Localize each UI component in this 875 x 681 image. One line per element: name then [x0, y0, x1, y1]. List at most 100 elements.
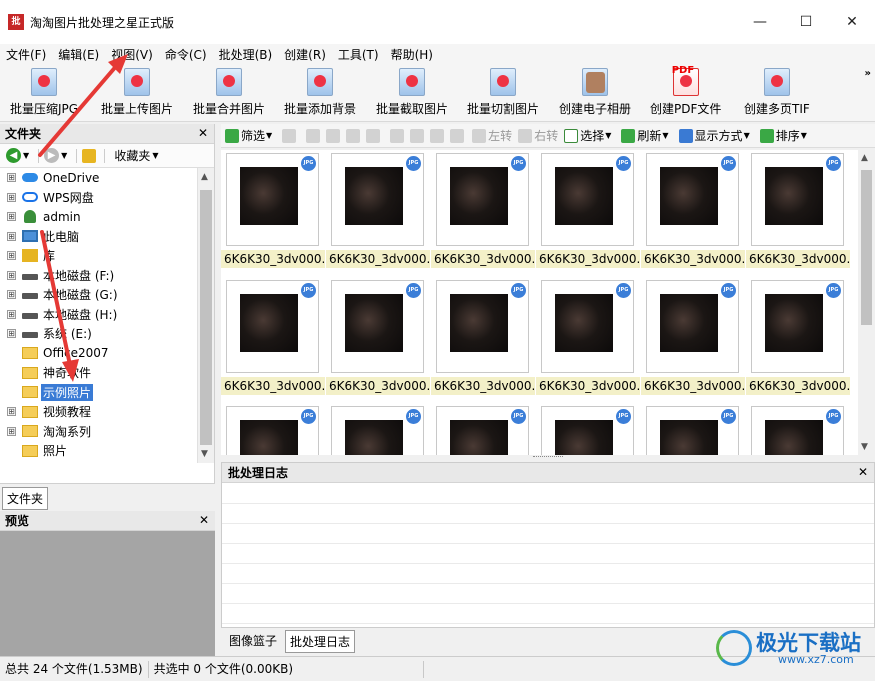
up-folder-icon[interactable]	[82, 148, 97, 163]
close-button[interactable]: ✕	[829, 0, 875, 44]
move-down-icon[interactable]	[430, 128, 445, 143]
expand-icon[interactable]: ⊞	[7, 407, 16, 417]
back-dropdown-icon[interactable]: ▼	[23, 151, 29, 160]
create-album-button[interactable]: 创建电子相册	[559, 68, 631, 117]
expand-icon[interactable]: ⊞	[7, 309, 16, 319]
minimize-button[interactable]: —	[737, 0, 783, 44]
back-icon[interactable]: ◀	[6, 148, 21, 163]
tree-item-photos[interactable]: 照片	[0, 441, 196, 461]
create-pdf-button[interactable]: PDF 创建PDF文件	[650, 65, 721, 117]
expand-icon[interactable]: ⊞	[7, 426, 16, 436]
tree-item-drive-h[interactable]: ⊞ 本地磁盘 (H:)	[0, 305, 196, 325]
maximize-button[interactable]: ☐	[783, 0, 829, 44]
scroll-thumb[interactable]	[200, 190, 212, 445]
thumbnail-item[interactable]: JPG	[326, 403, 430, 455]
thumbnail-item[interactable]: JPG	[536, 403, 640, 455]
tab-image-basket[interactable]: 图像篮子	[225, 630, 281, 651]
thumbnail-item[interactable]: JPG	[221, 403, 325, 455]
folder-panel-close-icon[interactable]: ✕	[198, 126, 208, 140]
rotate-right-button[interactable]: 右转	[518, 127, 558, 144]
paste-icon[interactable]	[366, 128, 381, 143]
menu-command[interactable]: 命令(C)	[159, 46, 213, 63]
batch-upload-button[interactable]: 批量上传图片	[101, 68, 173, 117]
thumbnail-item[interactable]: JPG 6K6K30_3dv000...	[221, 150, 325, 272]
thumbnail-item[interactable]: JPG	[431, 403, 535, 455]
menu-view[interactable]: 视图(V)	[105, 46, 159, 63]
thumbnail-item[interactable]: JPG 6K6K30_3dv000...	[431, 277, 535, 399]
thumbnail-item[interactable]: JPG 6K6K30_3dv000...	[536, 277, 640, 399]
batch-compress-jpg-button[interactable]: 批量压缩JPG	[10, 68, 78, 117]
thumbnail-item[interactable]: JPG	[641, 403, 745, 455]
batch-cut-button[interactable]: 批量切割图片	[467, 68, 539, 117]
tree-item-onedrive[interactable]: ⊞ OneDrive	[0, 168, 196, 188]
display-mode-dropdown[interactable]: 显示方式 ▼	[678, 127, 754, 144]
refresh-dropdown[interactable]: 刷新 ▼	[621, 127, 672, 144]
tab-batch-log[interactable]: 批处理日志	[285, 630, 356, 653]
forward-icon[interactable]: ▶	[44, 148, 60, 163]
move-bottom-icon[interactable]	[450, 128, 465, 143]
tree-item-sample-photos[interactable]: 示例照片	[0, 383, 196, 403]
panel-splitter[interactable]	[221, 455, 875, 462]
tree-item-drive-e[interactable]: ⊞ 系统 (E:)	[0, 324, 196, 344]
menu-edit[interactable]: 编辑(E)	[52, 46, 105, 63]
tree-item-magic-software[interactable]: 神奇软件	[0, 363, 196, 383]
batch-add-background-button[interactable]: 批量添加背景	[284, 68, 356, 117]
thumbnail-item[interactable]: JPG 6K6K30_3dv000...	[326, 277, 430, 399]
thumbnail-item[interactable]: JPG 6K6K30_3dv000...	[746, 150, 850, 272]
move-top-icon[interactable]	[390, 128, 405, 143]
thumbnail-item[interactable]: JPG 6K6K30_3dv000...	[536, 150, 640, 272]
thumbnail-item[interactable]: JPG 6K6K30_3dv000...	[221, 277, 325, 399]
tree-item-office2007[interactable]: Office2007	[0, 344, 196, 364]
tree-item-library[interactable]: ⊞ 库	[0, 246, 196, 266]
scroll-up-icon[interactable]: ▲	[201, 172, 208, 182]
tree-item-drive-g[interactable]: ⊞ 本地磁盘 (G:)	[0, 285, 196, 305]
filter-dropdown[interactable]: 筛选 ▼	[225, 127, 276, 144]
thumbnail-item[interactable]: JPG	[746, 403, 850, 455]
expand-icon[interactable]: ⊞	[7, 329, 16, 339]
scroll-thumb[interactable]	[861, 170, 872, 325]
menu-create[interactable]: 创建(R)	[278, 46, 332, 63]
batch-crop-button[interactable]: 批量截取图片	[376, 68, 448, 117]
thumbnail-item[interactable]: JPG 6K6K30_3dv000...	[326, 150, 430, 272]
create-tif-button[interactable]: 创建多页TIF	[744, 68, 810, 117]
copy-icon[interactable]	[326, 128, 341, 143]
expand-icon[interactable]: ⊞	[7, 290, 16, 300]
select-dropdown[interactable]: 选择 ▼	[564, 127, 615, 144]
batch-merge-button[interactable]: 批量合并图片	[193, 68, 265, 117]
menu-tools[interactable]: 工具(T)	[332, 46, 385, 63]
tree-item-wps[interactable]: ⊞ WPS网盘	[0, 188, 196, 208]
favorites-dropdown[interactable]: 收藏夹	[114, 147, 150, 164]
thumbnail-item[interactable]: JPG 6K6K30_3dv000...	[641, 150, 745, 272]
forward-dropdown-icon[interactable]: ▼	[61, 151, 67, 160]
tree-item-admin[interactable]: ⊞ admin	[0, 207, 196, 227]
expand-icon[interactable]: ⊞	[7, 173, 16, 183]
batch-log-close-icon[interactable]: ✕	[858, 465, 868, 479]
favorites-chevron-down-icon[interactable]: ▼	[152, 151, 158, 160]
scroll-down-icon[interactable]: ▼	[861, 442, 868, 452]
thumbnail-item[interactable]: JPG 6K6K30_3dv000...	[746, 277, 850, 399]
toolbar-overflow-button[interactable]: »	[865, 68, 871, 79]
folder-tree-scrollbar[interactable]: ▲ ▼	[197, 168, 214, 463]
expand-icon[interactable]: ⊞	[7, 251, 16, 261]
expand-icon[interactable]: ⊞	[7, 212, 16, 222]
menu-batch[interactable]: 批处理(B)	[213, 46, 279, 63]
scroll-down-icon[interactable]: ▼	[201, 449, 208, 459]
expand-icon[interactable]: ⊞	[7, 231, 16, 241]
tree-item-drive-f[interactable]: ⊞ 本地磁盘 (F:)	[0, 266, 196, 286]
thumbnail-item[interactable]: JPG 6K6K30_3dv000...	[431, 150, 535, 272]
thumbnail-scrollbar[interactable]: ▲ ▼	[858, 150, 875, 455]
expand-icon[interactable]: ⊞	[7, 270, 16, 280]
expand-icon[interactable]: ⊞	[7, 192, 16, 202]
tree-item-this-pc[interactable]: ⊞ 此电脑	[0, 227, 196, 247]
preview-panel-close-icon[interactable]: ✕	[199, 513, 209, 527]
view-icon[interactable]	[282, 128, 297, 143]
scroll-up-icon[interactable]: ▲	[861, 153, 868, 163]
tree-item-taotao-series[interactable]: ⊞ 淘淘系列	[0, 422, 196, 442]
thumbnail-item[interactable]: JPG 6K6K30_3dv000...	[641, 277, 745, 399]
rotate-left-button[interactable]: 左转	[472, 127, 512, 144]
tab-folder[interactable]: 文件夹	[2, 487, 49, 510]
sort-dropdown[interactable]: 排序 ▼	[759, 127, 811, 144]
save-icon[interactable]	[306, 128, 321, 143]
menu-help[interactable]: 帮助(H)	[385, 46, 439, 63]
tree-item-video-tutorials[interactable]: ⊞ 视频教程	[0, 402, 196, 422]
